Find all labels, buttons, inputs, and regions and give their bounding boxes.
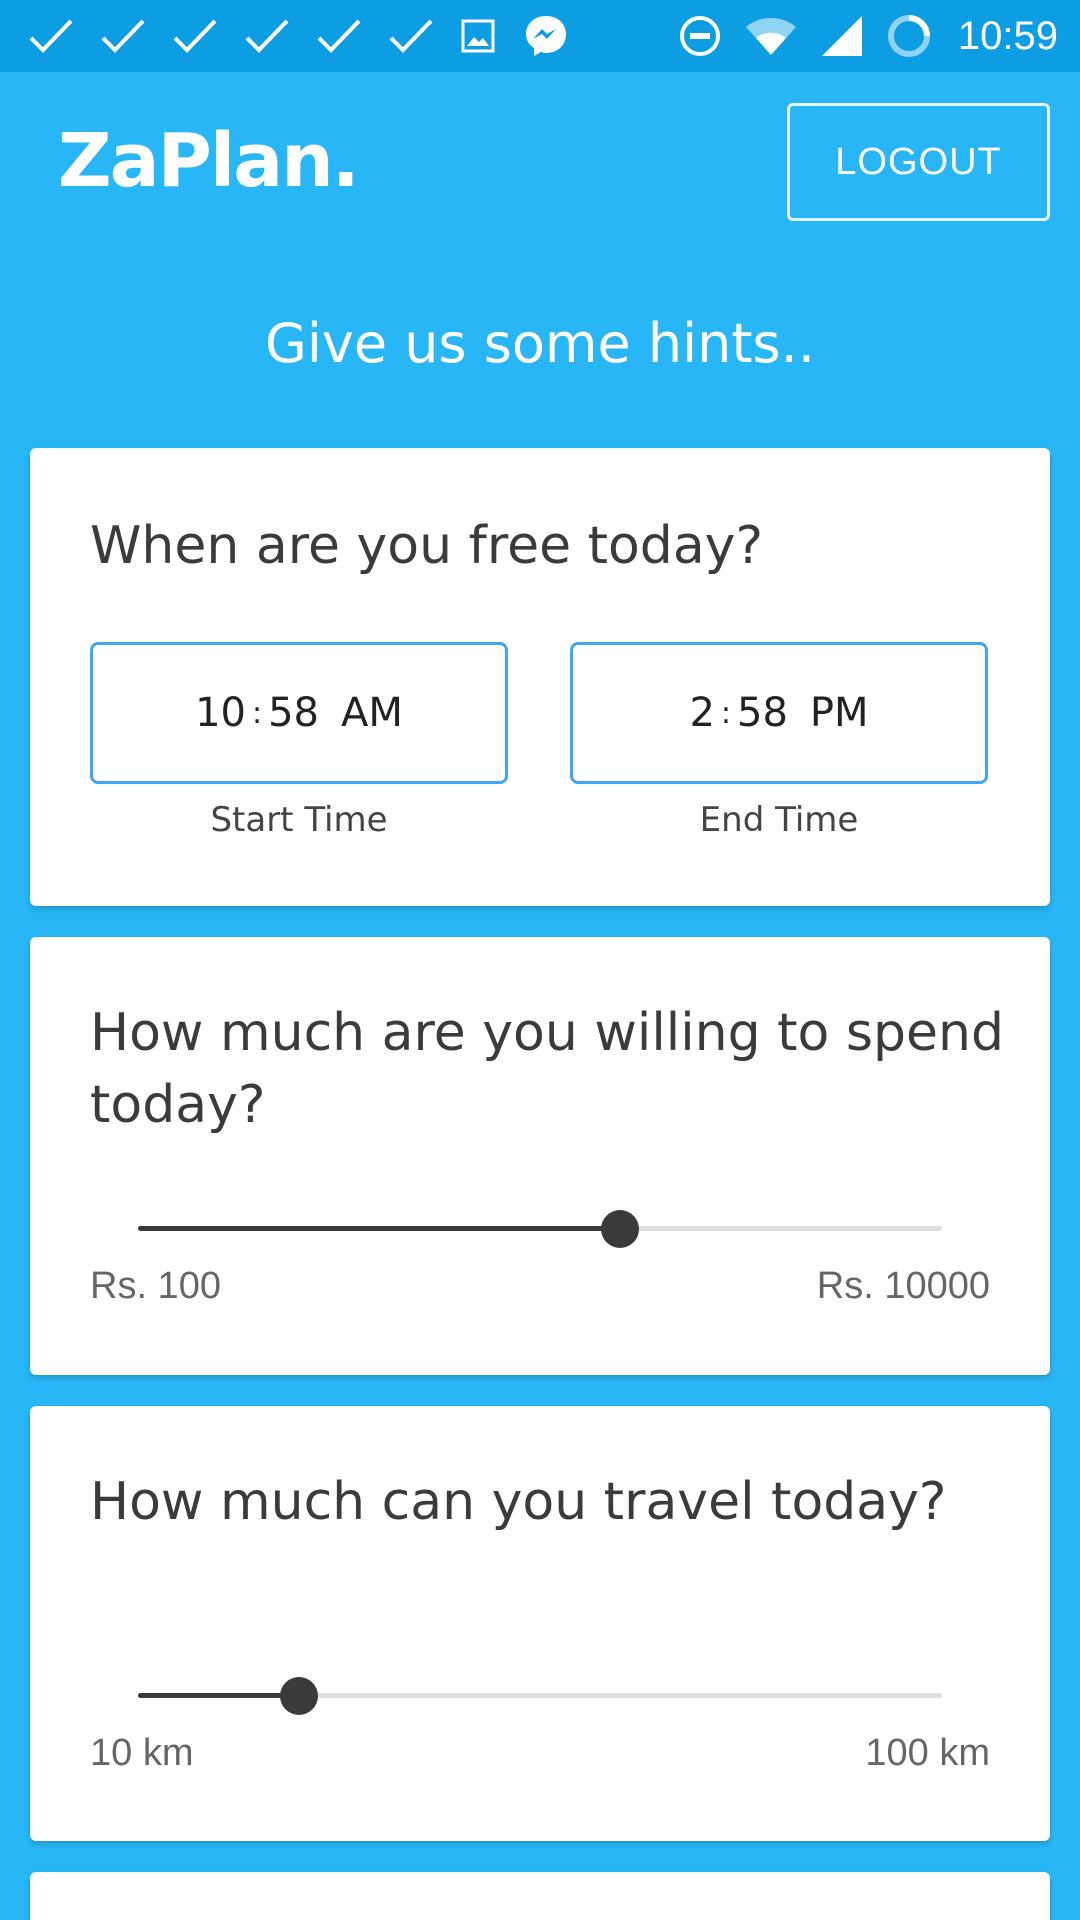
start-period: AM (341, 690, 403, 736)
logout-button[interactable]: LOGOUT (787, 103, 1050, 221)
messenger-icon (522, 12, 570, 60)
start-minute: 58 (268, 690, 320, 736)
travel-card: How much can you travel today? 10 km 100… (30, 1406, 1050, 1841)
next-card (30, 1872, 1050, 1920)
start-time-label: Start Time (210, 800, 388, 840)
travel-min-label: 10 km (90, 1732, 194, 1774)
sync-icon (886, 13, 932, 59)
travel-slider[interactable] (138, 1676, 942, 1716)
free-time-card: When are you free today? 10 : 58 AM 2 : … (30, 448, 1050, 906)
slider-fill (138, 1226, 621, 1231)
system-icons: 10:59 (678, 13, 1058, 59)
start-time-picker[interactable]: 10 : 58 AM (90, 642, 508, 784)
free-time-question: When are you free today? (90, 516, 764, 576)
page-title: Give us some hints.. (265, 312, 815, 375)
slider-thumb[interactable] (601, 1210, 640, 1248)
budget-question: How much are you willing to spend today? (90, 1003, 1004, 1135)
travel-max-label: 100 km (865, 1732, 990, 1774)
status-bar: 10:59 (0, 0, 1080, 72)
budget-card: How much are you willing to spend today?… (30, 937, 1050, 1375)
end-time-label: End Time (699, 800, 859, 840)
image-icon (460, 18, 496, 54)
budget-slider[interactable] (138, 1209, 942, 1249)
check-icon (388, 16, 434, 56)
start-hour: 10 (195, 690, 246, 736)
notification-icons (28, 12, 570, 60)
travel-question: How much can you travel today? (90, 1472, 947, 1532)
slider-thumb[interactable] (279, 1677, 318, 1715)
cell-signal-icon (820, 14, 864, 58)
end-hour: 2 (689, 690, 715, 736)
check-icon (28, 16, 74, 56)
end-minute: 58 (737, 690, 788, 736)
time-separator: : (252, 695, 263, 731)
clock: 10:59 (957, 13, 1058, 58)
budget-max-label: Rs. 10000 (816, 1265, 990, 1307)
time-separator: : (720, 695, 731, 731)
budget-min-label: Rs. 100 (90, 1265, 221, 1307)
end-time-picker[interactable]: 2 : 58 PM (570, 642, 988, 784)
check-icon (316, 16, 362, 56)
slider-fill (138, 1693, 299, 1698)
check-icon (172, 16, 218, 56)
app-logo: ZaPlan. (58, 118, 360, 204)
wifi-icon (744, 15, 798, 57)
do-not-disturb-icon (678, 14, 722, 58)
end-period: PM (809, 690, 869, 736)
check-icon (244, 16, 290, 56)
check-icon (100, 16, 146, 56)
